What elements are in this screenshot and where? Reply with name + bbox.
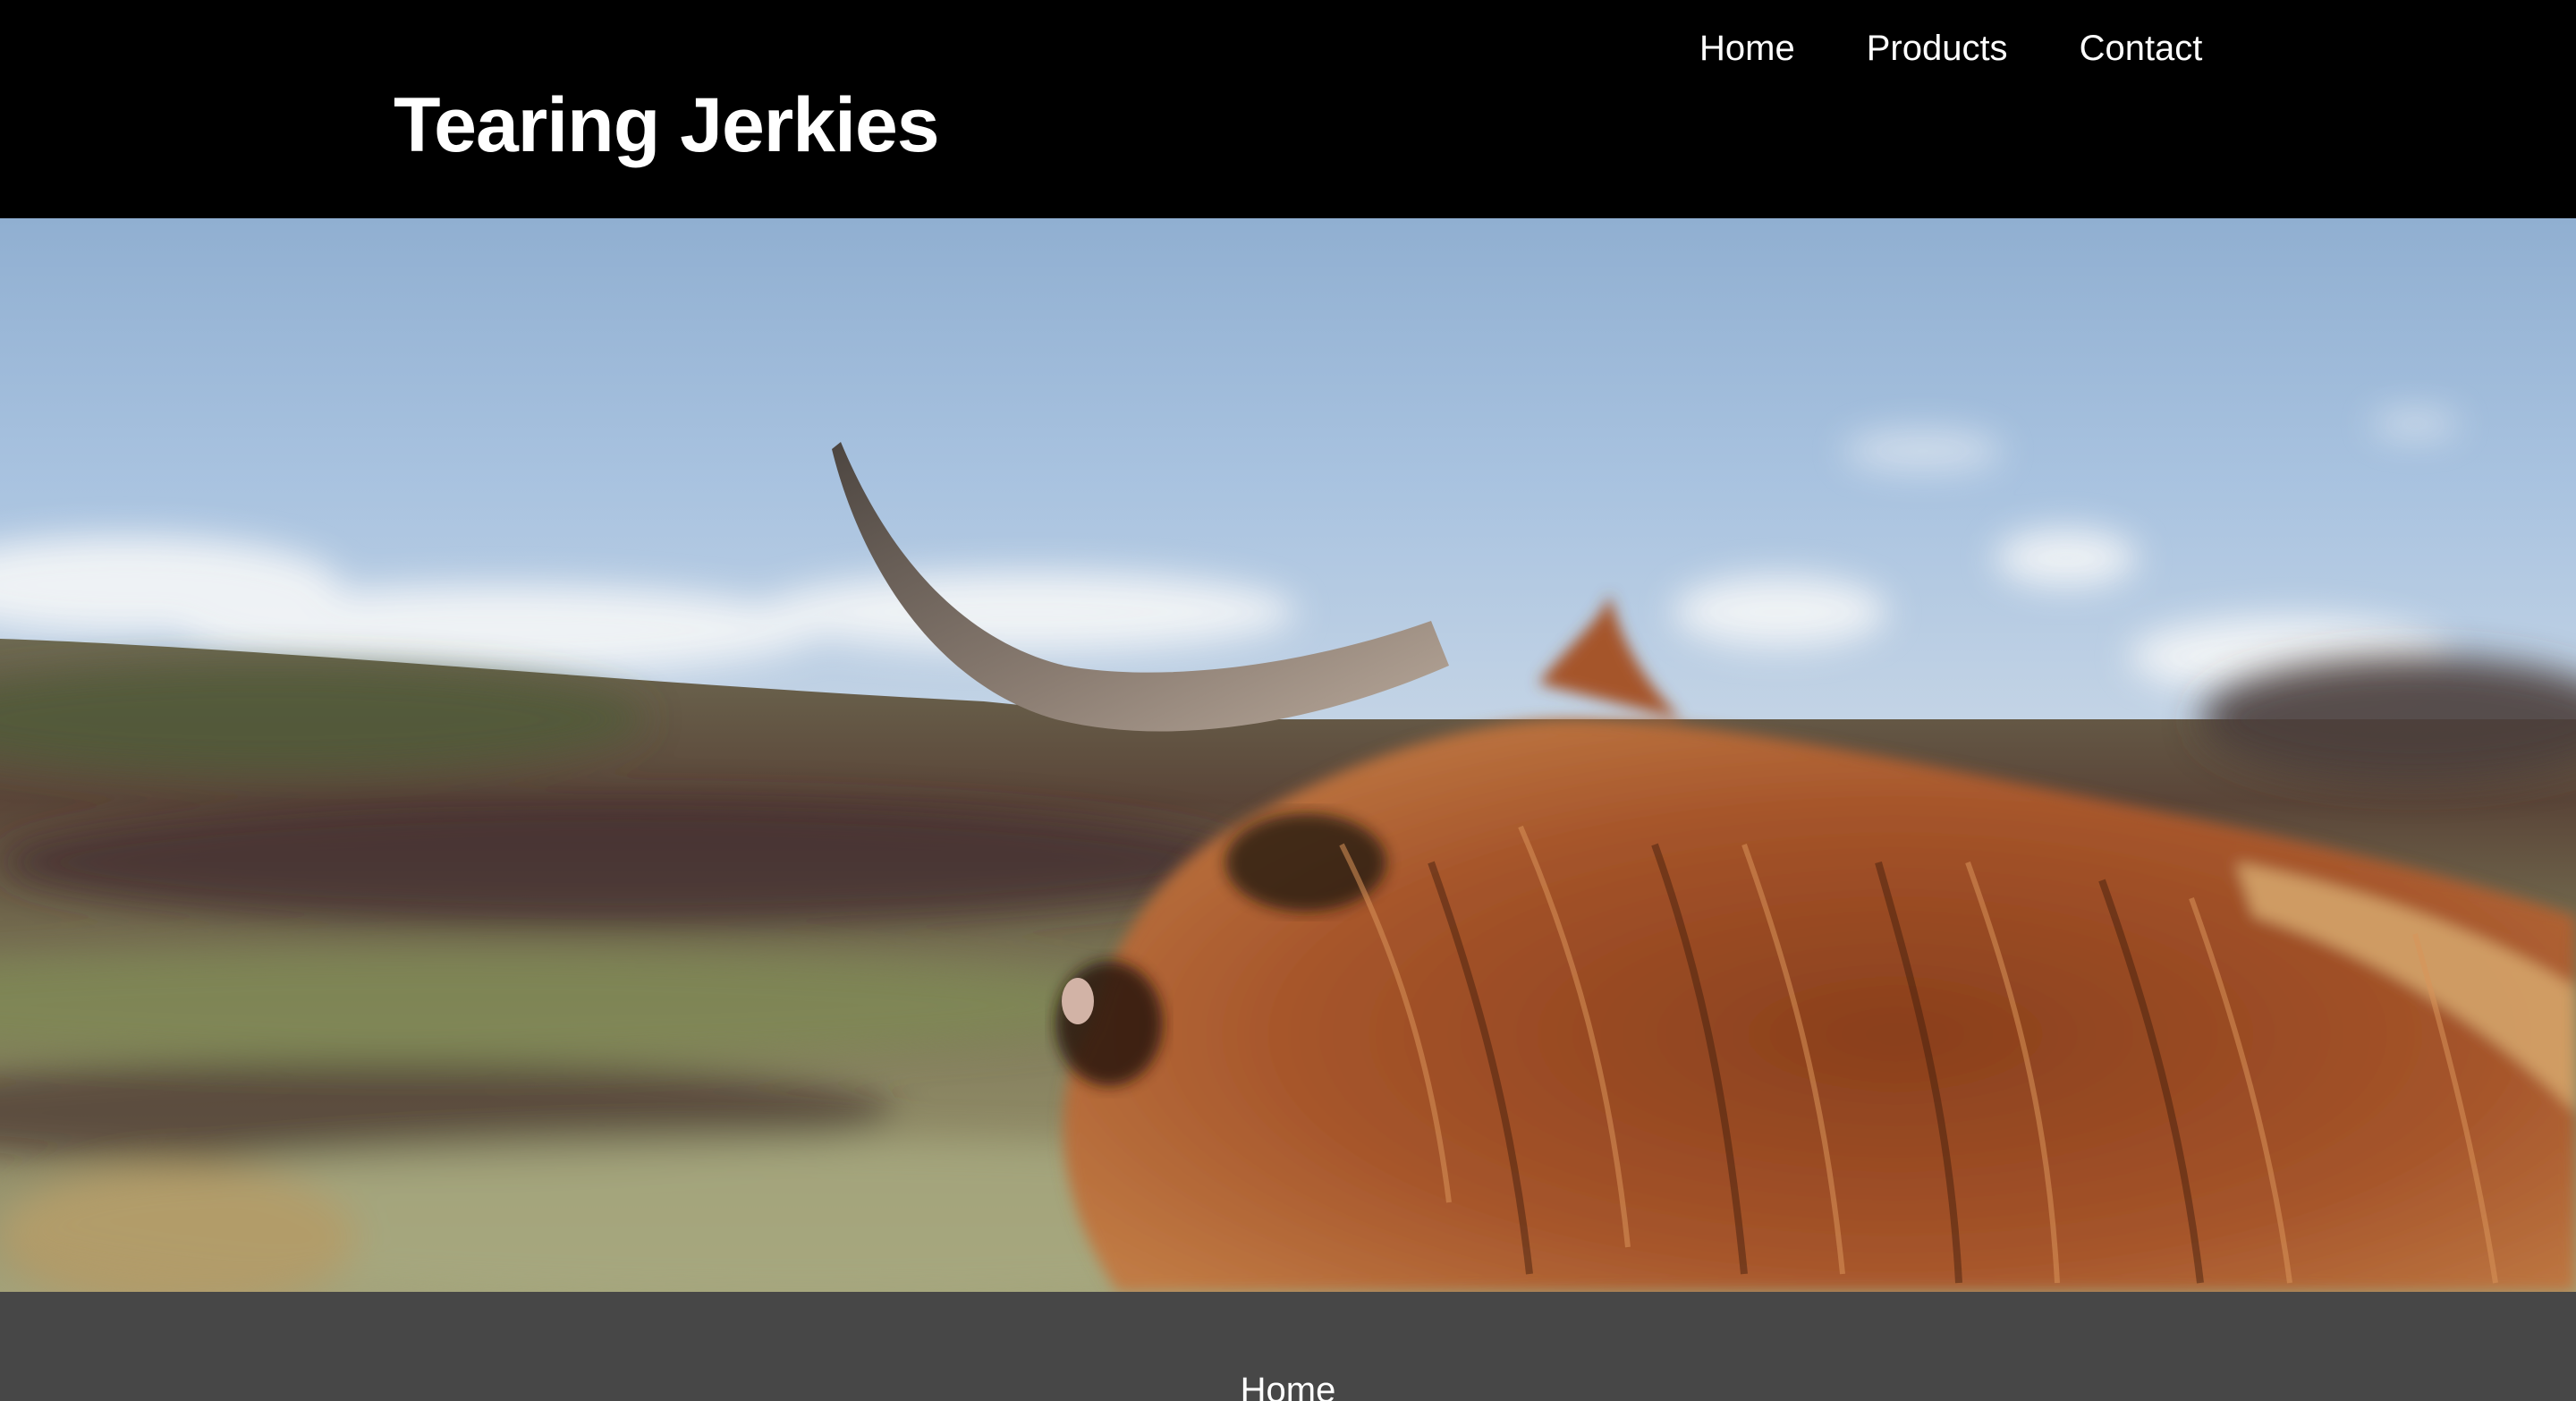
- site-header: Tearing Jerkies Home Products Contact: [0, 0, 2576, 218]
- hero-banner: [0, 218, 2576, 1292]
- highland-cow-image: [0, 218, 2576, 1292]
- main-nav: Home Products Contact: [1699, 23, 2202, 73]
- site-footer: Home: [0, 1292, 2576, 1401]
- footer-home-link[interactable]: Home: [0, 1365, 2576, 1401]
- nav-products-link[interactable]: Products: [1867, 23, 2008, 73]
- site-title: Tearing Jerkies: [394, 82, 940, 168]
- nav-contact-link[interactable]: Contact: [2080, 23, 2203, 73]
- page: Tearing Jerkies Home Products Contact Ho…: [0, 0, 2576, 1401]
- nav-home-link[interactable]: Home: [1699, 23, 1795, 73]
